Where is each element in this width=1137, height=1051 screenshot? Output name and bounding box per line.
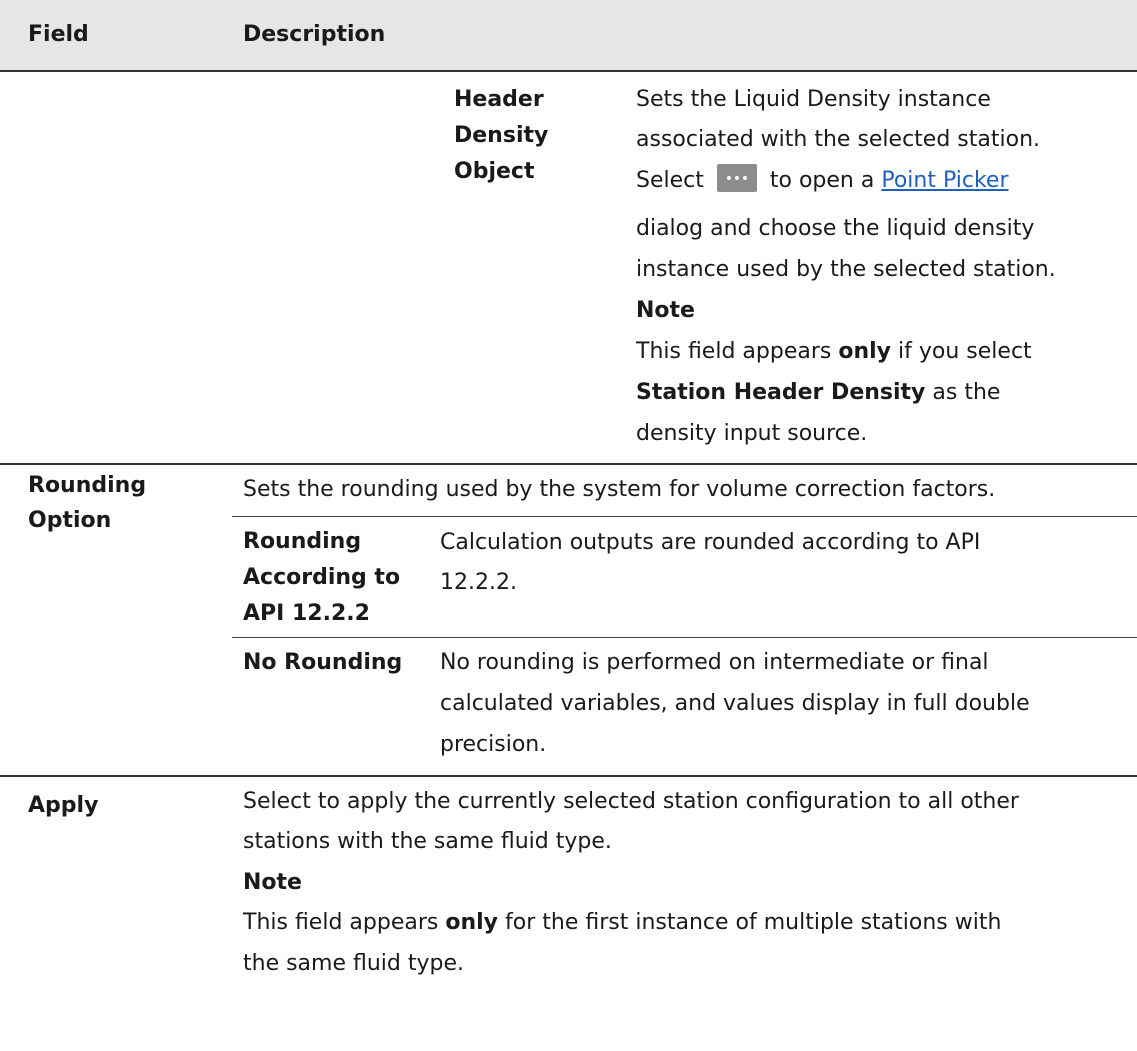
apply-note-line2: the same fluid type. [243, 951, 465, 976]
apply-desc-line2: stations with the same fluid type. [243, 829, 612, 854]
note-after-only: if you select [898, 339, 1032, 364]
apply-note-only: only [445, 910, 499, 935]
note-after-bold: as the [932, 380, 1001, 405]
header-density-desc-line5: instance used by the selected station. [636, 257, 1056, 282]
subrow-divider [232, 637, 1137, 638]
rounding-api-desc-line2: 12.2.2. [440, 570, 517, 595]
header-density-note-line3: density input source. [636, 421, 868, 446]
note-station-header-density: Station Header Density [636, 380, 926, 405]
apply-desc-line1: Select to apply the currently selected s… [243, 789, 1019, 814]
header-density-desc-line2: associated with the selected station. [636, 127, 1041, 152]
to-open-text: to open a [769, 168, 875, 193]
apply-note-line1: This field appears only for the first in… [243, 903, 1001, 943]
apply-note-prefix: This field appears [243, 910, 439, 935]
apply-note-after-only: for the first instance of multiple stati… [505, 910, 1002, 935]
header-density-note-line1: This field appears only if you select [636, 332, 1032, 372]
header-density-name-line2: Density [454, 123, 549, 148]
no-rounding-desc-line2: calculated variables, and values display… [440, 691, 1030, 716]
no-rounding-name: No Rounding [243, 650, 403, 675]
select-word: Select [636, 168, 704, 193]
header-density-note-line2: Station Header Density as the [636, 373, 1000, 413]
rounding-api-name-line3: API 12.2.2 [243, 601, 370, 626]
ellipsis-button-icon[interactable] [716, 164, 757, 192]
header-density-name-line1: Header [454, 87, 544, 112]
rounding-desc: Sets the rounding used by the system for… [243, 477, 996, 502]
point-picker-link[interactable]: Point Picker [881, 168, 1008, 193]
rounding-api-name-line2: According to [243, 565, 401, 590]
no-rounding-desc-line3: precision. [440, 732, 547, 757]
header-density-desc-line1: Sets the Liquid Density instance [636, 87, 991, 112]
note-prefix: This field appears [636, 339, 832, 364]
rounding-field-line2: Option [28, 508, 112, 533]
subrow-divider [232, 516, 1137, 517]
header-density-desc-line3: Select to open a Point Picker [636, 161, 1009, 201]
row-divider [0, 775, 1137, 777]
apply-field: Apply [28, 793, 99, 818]
header-density-name-line3: Object [454, 159, 535, 184]
no-rounding-desc-line1: No rounding is performed on intermediate… [440, 650, 989, 675]
column-header-field: Field [28, 22, 89, 47]
header-density-desc-line4: dialog and choose the liquid density [636, 216, 1035, 241]
rounding-api-desc-line1: Calculation outputs are rounded accordin… [440, 530, 981, 555]
apply-note-label: Note [243, 870, 302, 895]
note-only: only [838, 339, 892, 364]
column-header-description: Description [243, 22, 386, 47]
header-density-note-label: Note [636, 298, 695, 323]
table-header: Field Description [0, 0, 1137, 72]
rounding-field-line1: Rounding [28, 473, 147, 498]
row-divider [0, 463, 1137, 465]
rounding-api-name-line1: Rounding [243, 529, 362, 554]
